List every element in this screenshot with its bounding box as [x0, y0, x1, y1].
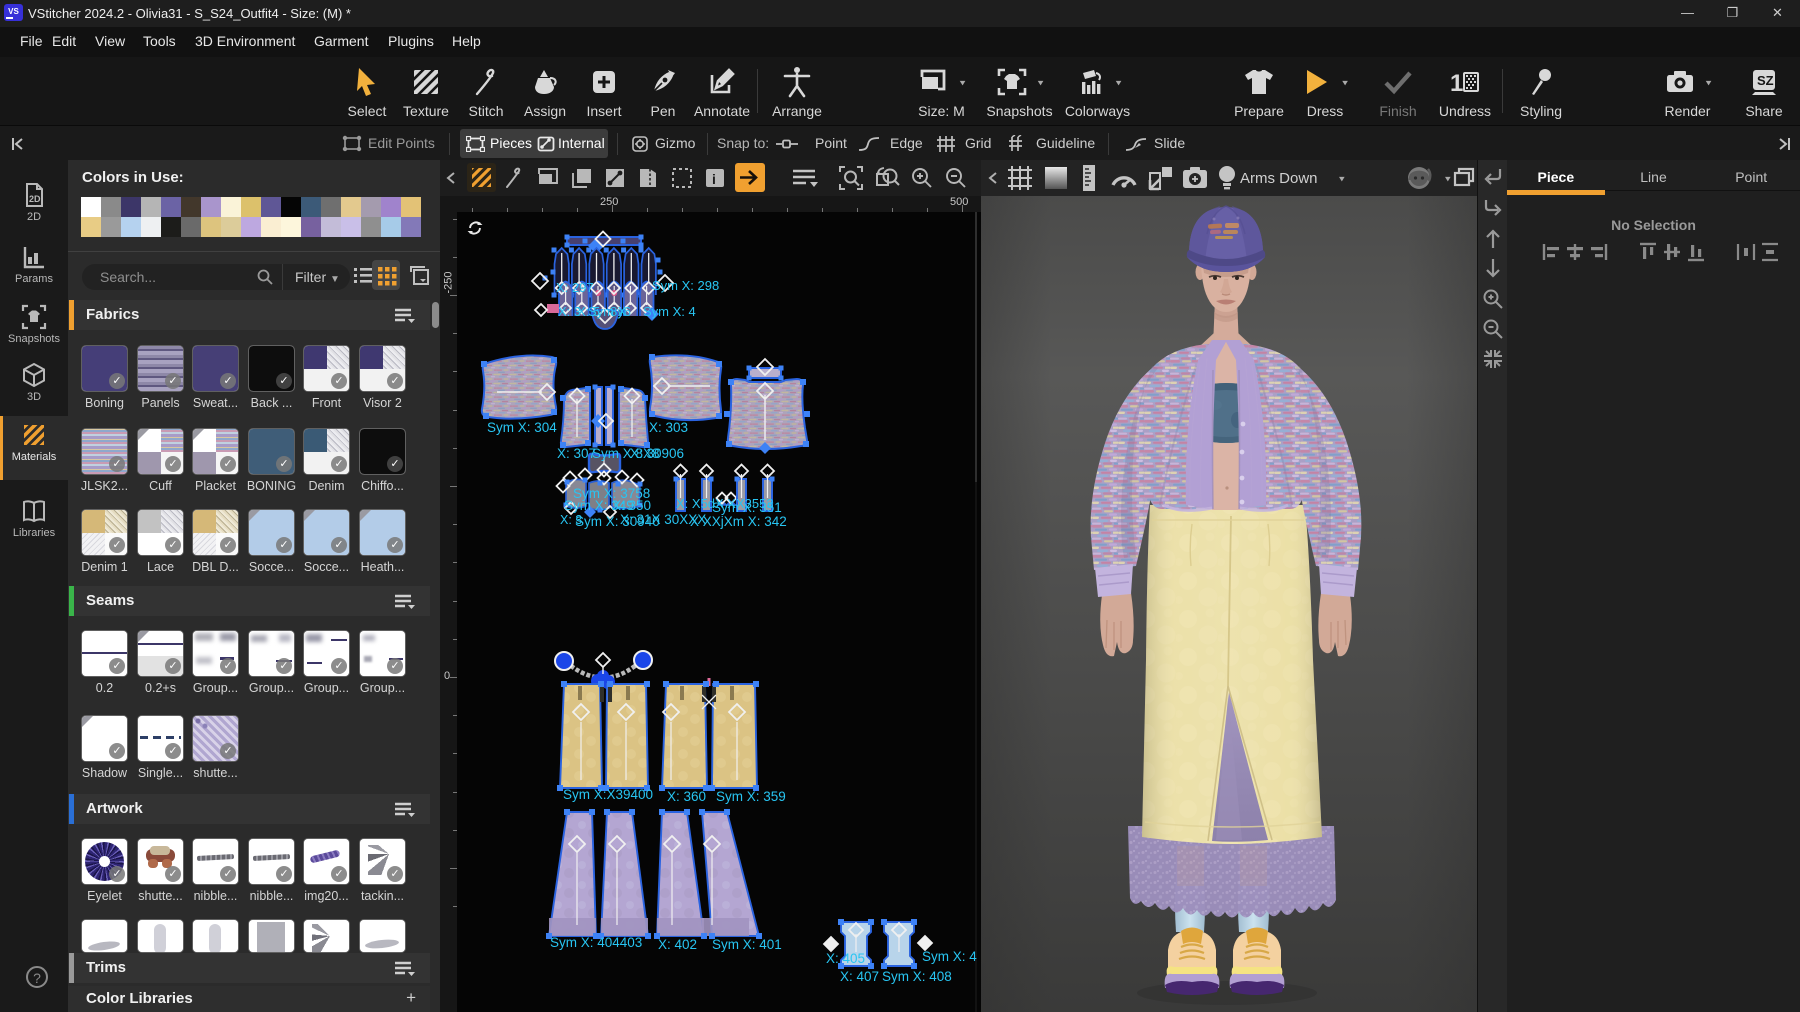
- svg-text:X: 307: X: 307: [557, 446, 596, 461]
- svg-text:X: 402: X: 402: [658, 937, 697, 952]
- svg-text:X XXjXm X: 342: X XXjXm X: 342: [690, 514, 787, 529]
- svg-text:X: 405: X: 405: [826, 951, 865, 966]
- svg-text:X: 407: X: 407: [840, 969, 879, 984]
- svg-text:2D: 2D: [29, 194, 41, 204]
- svg-text:X: 30906: X: 30906: [630, 446, 684, 461]
- svg-text:Sym X: 304: Sym X: 304: [487, 420, 557, 435]
- svg-text:Sym X:X39400: Sym X:X39400: [563, 787, 653, 802]
- svg-text:Sym X: 351: Sym X: 351: [712, 500, 782, 515]
- svg-text:1: 1: [1450, 70, 1463, 97]
- svg-text:X: 350: X: 350: [612, 498, 651, 513]
- svg-text:Sym X: 408: Sym X: 408: [882, 969, 952, 984]
- svg-text:Sym X: 4: Sym X: 4: [922, 949, 977, 964]
- svg-text:8y6: 8y6: [610, 304, 631, 319]
- svg-text:Sym X: 359: Sym X: 359: [716, 789, 786, 804]
- svg-text:SZ: SZ: [1757, 73, 1774, 88]
- svg-text:X: 303: X: 303: [649, 420, 688, 435]
- svg-text:i: i: [712, 171, 716, 187]
- svg-text:X: 297: X: 297: [556, 280, 594, 295]
- svg-text:Sym X: 404403: Sym X: 404403: [550, 935, 642, 950]
- svg-text:Sym X: 401: Sym X: 401: [712, 937, 782, 952]
- svg-text:Sym X: 4: Sym X: 4: [643, 304, 696, 319]
- svg-text:X: 360: X: 360: [667, 789, 706, 804]
- svg-text:Sym X: 298: Sym X: 298: [652, 278, 719, 293]
